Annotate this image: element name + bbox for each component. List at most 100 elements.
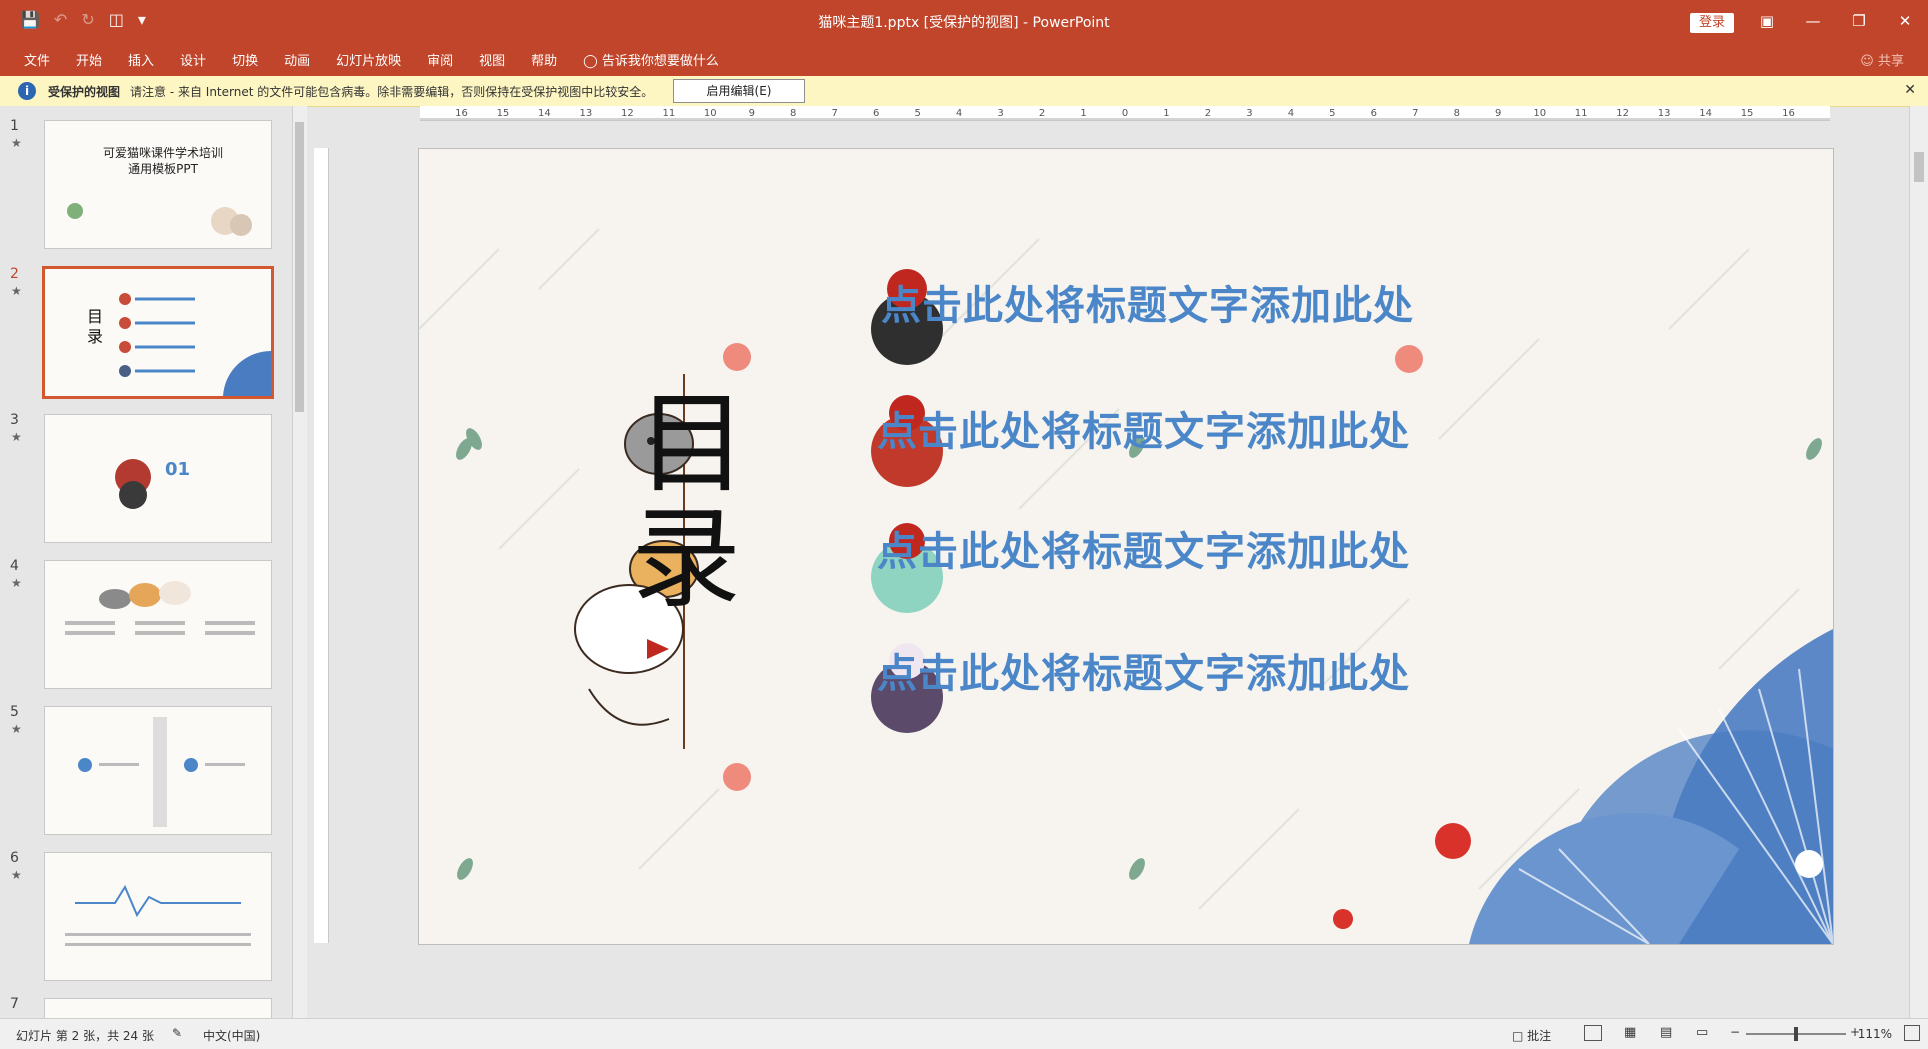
login-button[interactable]: 登录 [1690, 13, 1734, 33]
slide-counter: 幻灯片 第 2 张，共 24 张 [16, 1029, 154, 1043]
slide-thumbnail-1[interactable]: 可爱猫咪课件学术培训通用模板PPT [44, 120, 272, 249]
ribbon-display-icon[interactable]: ▣ [1744, 0, 1790, 42]
slide-thumbnail-3[interactable]: 01 [44, 414, 272, 543]
slide-thumbnail-5[interactable] [44, 706, 272, 835]
tab-help[interactable]: 帮助 [531, 50, 557, 69]
slide-thumbnail-6[interactable] [44, 852, 272, 981]
thumb-star: ★ [11, 136, 22, 150]
ruler-tick-label: 2 [1205, 108, 1211, 119]
ruler-tick-label: 12 [621, 108, 634, 119]
lightbulb-icon: ◯ [583, 54, 602, 69]
tab-insert[interactable]: 插入 [128, 50, 154, 69]
close-bar-icon[interactable]: ✕ [1904, 82, 1916, 98]
person-icon: ☺ [1860, 54, 1878, 69]
tab-animations[interactable]: 动画 [284, 50, 310, 69]
ruler-tick-label: 0 [1122, 108, 1128, 119]
protected-view-title: 受保护的视图 [48, 85, 121, 99]
ruler-tick-label: 5 [1329, 108, 1335, 119]
enable-editing-button[interactable]: 启用编辑(E) [673, 79, 805, 103]
ruler-tick-label: 7 [1412, 108, 1418, 119]
thumb-star: ★ [11, 430, 22, 444]
ruler-tick-label: 8 [1454, 108, 1460, 119]
title-bar: 💾 ↶ ↻ ◫ ▾ 猫咪主题1.pptx [受保护的视图] - PowerPoi… [0, 0, 1928, 42]
info-icon: i [18, 82, 36, 100]
ruler-tick-label: 13 [1658, 108, 1671, 119]
tab-review[interactable]: 审阅 [427, 50, 453, 69]
horizontal-ruler: 16 15 14 13 12 11 10 9 8 7 6 5 4 3 2 1 0 1 2 3 4 5 6 7 8 9 10 11 12 1… [420, 106, 1830, 121]
thumb-number: 3 [10, 412, 19, 428]
ruler-tick-label: 10 [704, 108, 717, 119]
ruler-tick-label: 15 [1741, 108, 1754, 119]
thumbnail-scrollbar[interactable] [292, 106, 307, 1018]
ruler-tick-label: 5 [914, 108, 920, 119]
ruler-tick-label: 13 [580, 108, 593, 119]
ruler-tick-label: 11 [662, 108, 675, 119]
scrollbar-thumb[interactable] [1914, 152, 1924, 182]
reading-view-icon[interactable]: ▤ [1660, 1025, 1672, 1040]
ruler-tick-label: 14 [1699, 108, 1712, 119]
share-button[interactable]: ☺ 共享 [1860, 50, 1904, 69]
thumb-cats-art [67, 203, 252, 236]
normal-view-icon[interactable] [1584, 1025, 1602, 1041]
comment-icon: □ [1512, 1029, 1528, 1043]
share-label: 共享 [1877, 54, 1904, 69]
ruler-tick-label: 3 [997, 108, 1003, 119]
thumb-toc-art [119, 293, 271, 396]
protected-view-message: 请注意 - 来自 Internet 的文件可能包含病毒。除非需要编辑，否则保持在… [130, 85, 654, 99]
minimize-icon[interactable]: — [1790, 0, 1836, 42]
zoom-level[interactable]: 111% [1858, 1027, 1892, 1041]
ruler-tick-label: 16 [455, 108, 468, 119]
scrollbar-thumb[interactable] [295, 122, 304, 412]
tab-home[interactable]: 开始 [76, 50, 102, 69]
tab-design[interactable]: 设计 [180, 50, 206, 69]
thumb-number: 1 [10, 118, 19, 134]
tab-transitions[interactable]: 切换 [232, 50, 258, 69]
tell-me-search[interactable]: ◯ 告诉我你想要做什么 [583, 50, 719, 69]
protected-view-bar: i 受保护的视图 请注意 - 来自 Internet 的文件可能包含病毒。除非需… [0, 76, 1928, 107]
ruler-tick-label: 8 [790, 108, 796, 119]
status-bar: 幻灯片 第 2 张，共 24 张 ✎ 中文(中国) □ 批注 ▦ ▤ ▭ − +… [0, 1018, 1928, 1049]
tell-me-label: 告诉我你想要做什么 [601, 54, 719, 69]
tab-view[interactable]: 视图 [479, 50, 505, 69]
zoom-slider-handle[interactable] [1794, 1027, 1798, 1041]
ribbon: 文件 开始 插入 设计 切换 动画 幻灯片放映 审阅 视图 帮助 ◯ 告诉我你想… [0, 42, 1928, 76]
tab-file[interactable]: 文件 [24, 50, 50, 69]
ruler-tick-label: 11 [1575, 108, 1588, 119]
zoom-out-button[interactable]: − [1730, 1025, 1740, 1039]
ruler-tick-label: 6 [1371, 108, 1377, 119]
ruler-tick-label: 6 [873, 108, 879, 119]
slide-thumbnail-7[interactable] [44, 998, 272, 1020]
ruler-tick-label: 14 [538, 108, 551, 119]
comments-button[interactable]: □ 批注 [1512, 1027, 1551, 1044]
toc-heading-lu: 录 [631, 495, 741, 623]
thumb-star: ★ [11, 576, 22, 590]
slide-sorter-icon[interactable]: ▦ [1624, 1025, 1636, 1040]
slide-thumbnail-2[interactable]: 目录 [42, 266, 274, 399]
slide-thumbnail-4[interactable] [44, 560, 272, 689]
slide-scrollbar[interactable] [1909, 106, 1928, 1018]
slideshow-icon[interactable]: ▭ [1696, 1025, 1708, 1040]
ruler-tick-label: 16 [1782, 108, 1795, 119]
tab-slideshow[interactable]: 幻灯片放映 [336, 50, 401, 69]
ruler-tick-label: 10 [1533, 108, 1546, 119]
thumb-heartbeat-art [65, 884, 251, 946]
ruler-tick-label: 1 [1080, 108, 1086, 119]
spellcheck-icon[interactable]: ✎ [172, 1026, 182, 1040]
fit-slide-icon[interactable] [1904, 1025, 1920, 1041]
language-indicator[interactable]: 中文(中国) [203, 1027, 260, 1044]
thumb-star: ★ [11, 722, 22, 736]
restore-icon[interactable]: ❐ [1836, 0, 1882, 42]
toc-entry-2[interactable]: 点击此处将标题文字添加此处 [877, 399, 1410, 457]
ruler-tick-label: 7 [832, 108, 838, 119]
ruler-tick-label: 9 [749, 108, 755, 119]
thumb-cat-stack-art [78, 717, 245, 827]
thumb-cat-art [115, 459, 151, 509]
slide-canvas[interactable]: 目 录 点击此处将标题文字添加此处 点击此处将标题文字添加此处 点击此处将标题文… [418, 148, 1834, 945]
thumb-number: 6 [10, 850, 19, 866]
toc-entry-1[interactable]: 点击此处将标题文字添加此处 [881, 273, 1414, 331]
ruler-tick-label: 12 [1616, 108, 1629, 119]
close-icon[interactable]: ✕ [1882, 0, 1928, 42]
toc-entry-3[interactable]: 点击此处将标题文字添加此处 [877, 519, 1410, 577]
ruler-tick-label: 3 [1246, 108, 1252, 119]
toc-entry-4[interactable]: 点击此处将标题文字添加此处 [877, 641, 1410, 699]
